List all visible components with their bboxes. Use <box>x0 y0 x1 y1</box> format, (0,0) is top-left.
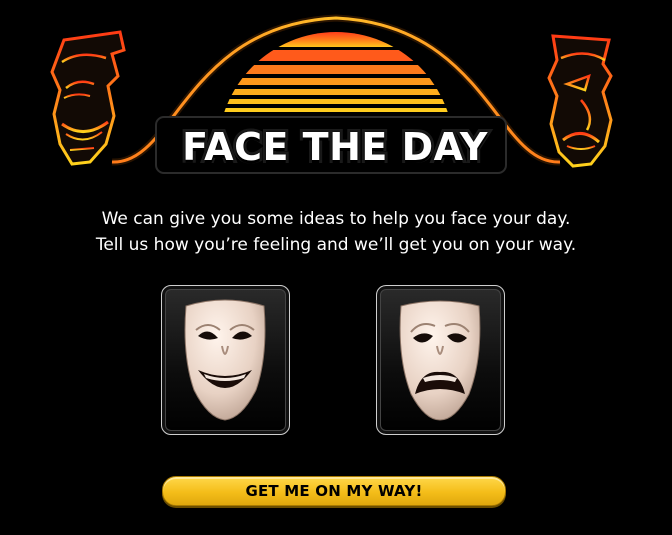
mood-option-happy[interactable] <box>161 285 290 435</box>
get-me-on-my-way-button[interactable]: GET ME ON MY WAY! <box>162 476 506 506</box>
page-title-wrap: FACE THE DAY <box>160 119 510 175</box>
mood-option-sad[interactable] <box>376 285 505 435</box>
happy-comedy-mask-icon <box>184 299 266 421</box>
sad-tragedy-mask-icon <box>399 300 481 421</box>
intro-text: We can give you some ideas to help you f… <box>0 206 672 258</box>
tiki-mask-right-icon <box>547 34 613 168</box>
intro-line-1: We can give you some ideas to help you f… <box>101 209 571 229</box>
tiki-mask-left-icon <box>50 30 126 166</box>
header-banner: FACE THE DAY <box>0 0 672 190</box>
intro-line-2: Tell us how you’re feeling and we’ll get… <box>95 235 577 255</box>
page-title: FACE THE DAY <box>179 122 490 172</box>
sun-icon <box>218 32 454 112</box>
